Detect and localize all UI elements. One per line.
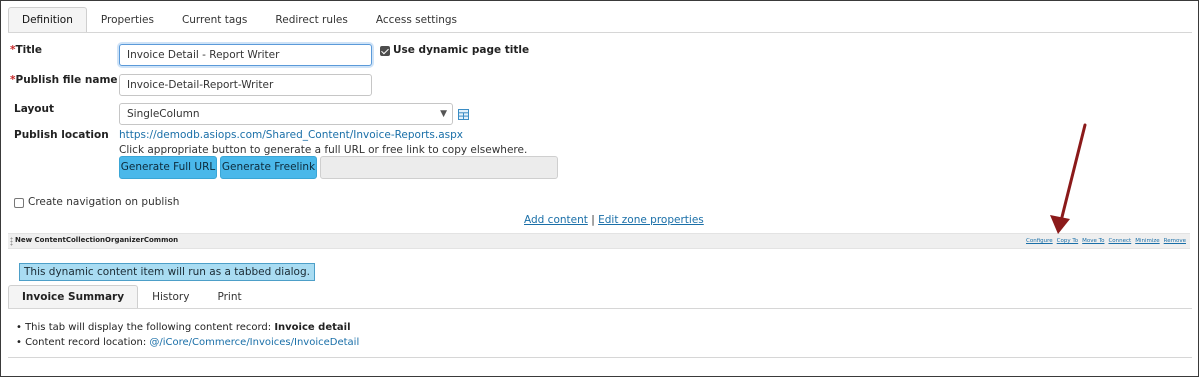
inner-tabs-divider [8, 308, 1192, 309]
record-path-link[interactable]: @/iCore/Commerce/Invoices/InvoiceDetail [149, 337, 359, 348]
layout-select[interactable]: SingleColumn ▼ [119, 103, 453, 125]
layout-label: Layout [14, 103, 55, 115]
arrow-annotation [1050, 123, 1087, 234]
tab-history[interactable]: History [138, 285, 203, 309]
zone-bar: New ContentCollectionOrganizerCommon Con… [8, 233, 1190, 249]
top-tabs: Definition Properties Current tags Redir… [8, 7, 471, 33]
tabs-divider [8, 32, 1192, 33]
title-label: *Title [10, 44, 43, 56]
drag-handle-icon[interactable] [10, 237, 13, 246]
chevron-down-icon: ▼ [440, 109, 447, 119]
layout-select-value: SingleColumn [127, 108, 200, 120]
zone-title: New ContentCollectionOrganizerCommon [15, 236, 179, 244]
publish-location-label: Publish location [14, 129, 109, 141]
location-line: • Content record location: @/iCore/Comme… [16, 337, 359, 348]
publish-file-input[interactable]: Invoice-Detail-Report-Writer [119, 74, 372, 96]
generate-full-url-button[interactable]: Generate Full URL [119, 156, 217, 179]
tab-access-settings[interactable]: Access settings [362, 7, 471, 33]
bottom-divider [8, 357, 1192, 358]
tab-definition[interactable]: Definition [8, 7, 87, 33]
dynamic-title-checkbox[interactable] [380, 46, 390, 56]
tab-invoice-summary[interactable]: Invoice Summary [8, 285, 139, 309]
remove-link[interactable]: Remove [1164, 238, 1186, 244]
generate-freelink-button[interactable]: Generate Freelink [220, 156, 317, 179]
create-nav-checkbox[interactable] [14, 198, 24, 208]
tab-properties[interactable]: Properties [87, 7, 168, 33]
layout-grid-icon[interactable] [458, 109, 469, 120]
link-separator: | [591, 214, 595, 226]
record-name: Invoice detail [274, 322, 351, 333]
publish-hint: Click appropriate button to generate a f… [119, 144, 528, 156]
tab-redirect-rules[interactable]: Redirect rules [261, 7, 361, 33]
title-input[interactable]: Invoice Detail - Report Writer [119, 44, 372, 66]
dynamic-title-label: Use dynamic page title [393, 44, 530, 56]
edit-zone-link[interactable]: Edit zone properties [598, 214, 704, 226]
zone-links: Add content | Edit zone properties [524, 214, 704, 226]
publish-location-link[interactable]: https://demodb.asiops.com/Shared_Content… [119, 129, 463, 141]
page-frame: Definition Properties Current tags Redir… [0, 0, 1199, 377]
create-nav-label: Create navigation on publish [28, 196, 180, 208]
minimize-link[interactable]: Minimize [1135, 238, 1159, 244]
tab-current-tags[interactable]: Current tags [168, 7, 261, 33]
inner-tabs: Invoice Summary History Print [8, 285, 256, 309]
record-line: • This tab will display the following co… [16, 322, 351, 333]
location-line-prefix: • Content record location: [16, 337, 150, 348]
tabbed-dialog-notice: This dynamic content item will run as a … [19, 263, 315, 281]
publish-file-label: *Publish file name [10, 74, 118, 86]
tab-print[interactable]: Print [203, 285, 255, 309]
connect-link[interactable]: Connect [1108, 238, 1131, 244]
generated-link-field[interactable] [320, 156, 558, 179]
add-content-link[interactable]: Add content [524, 214, 588, 226]
record-line-prefix: • This tab will display the following co… [16, 322, 275, 333]
